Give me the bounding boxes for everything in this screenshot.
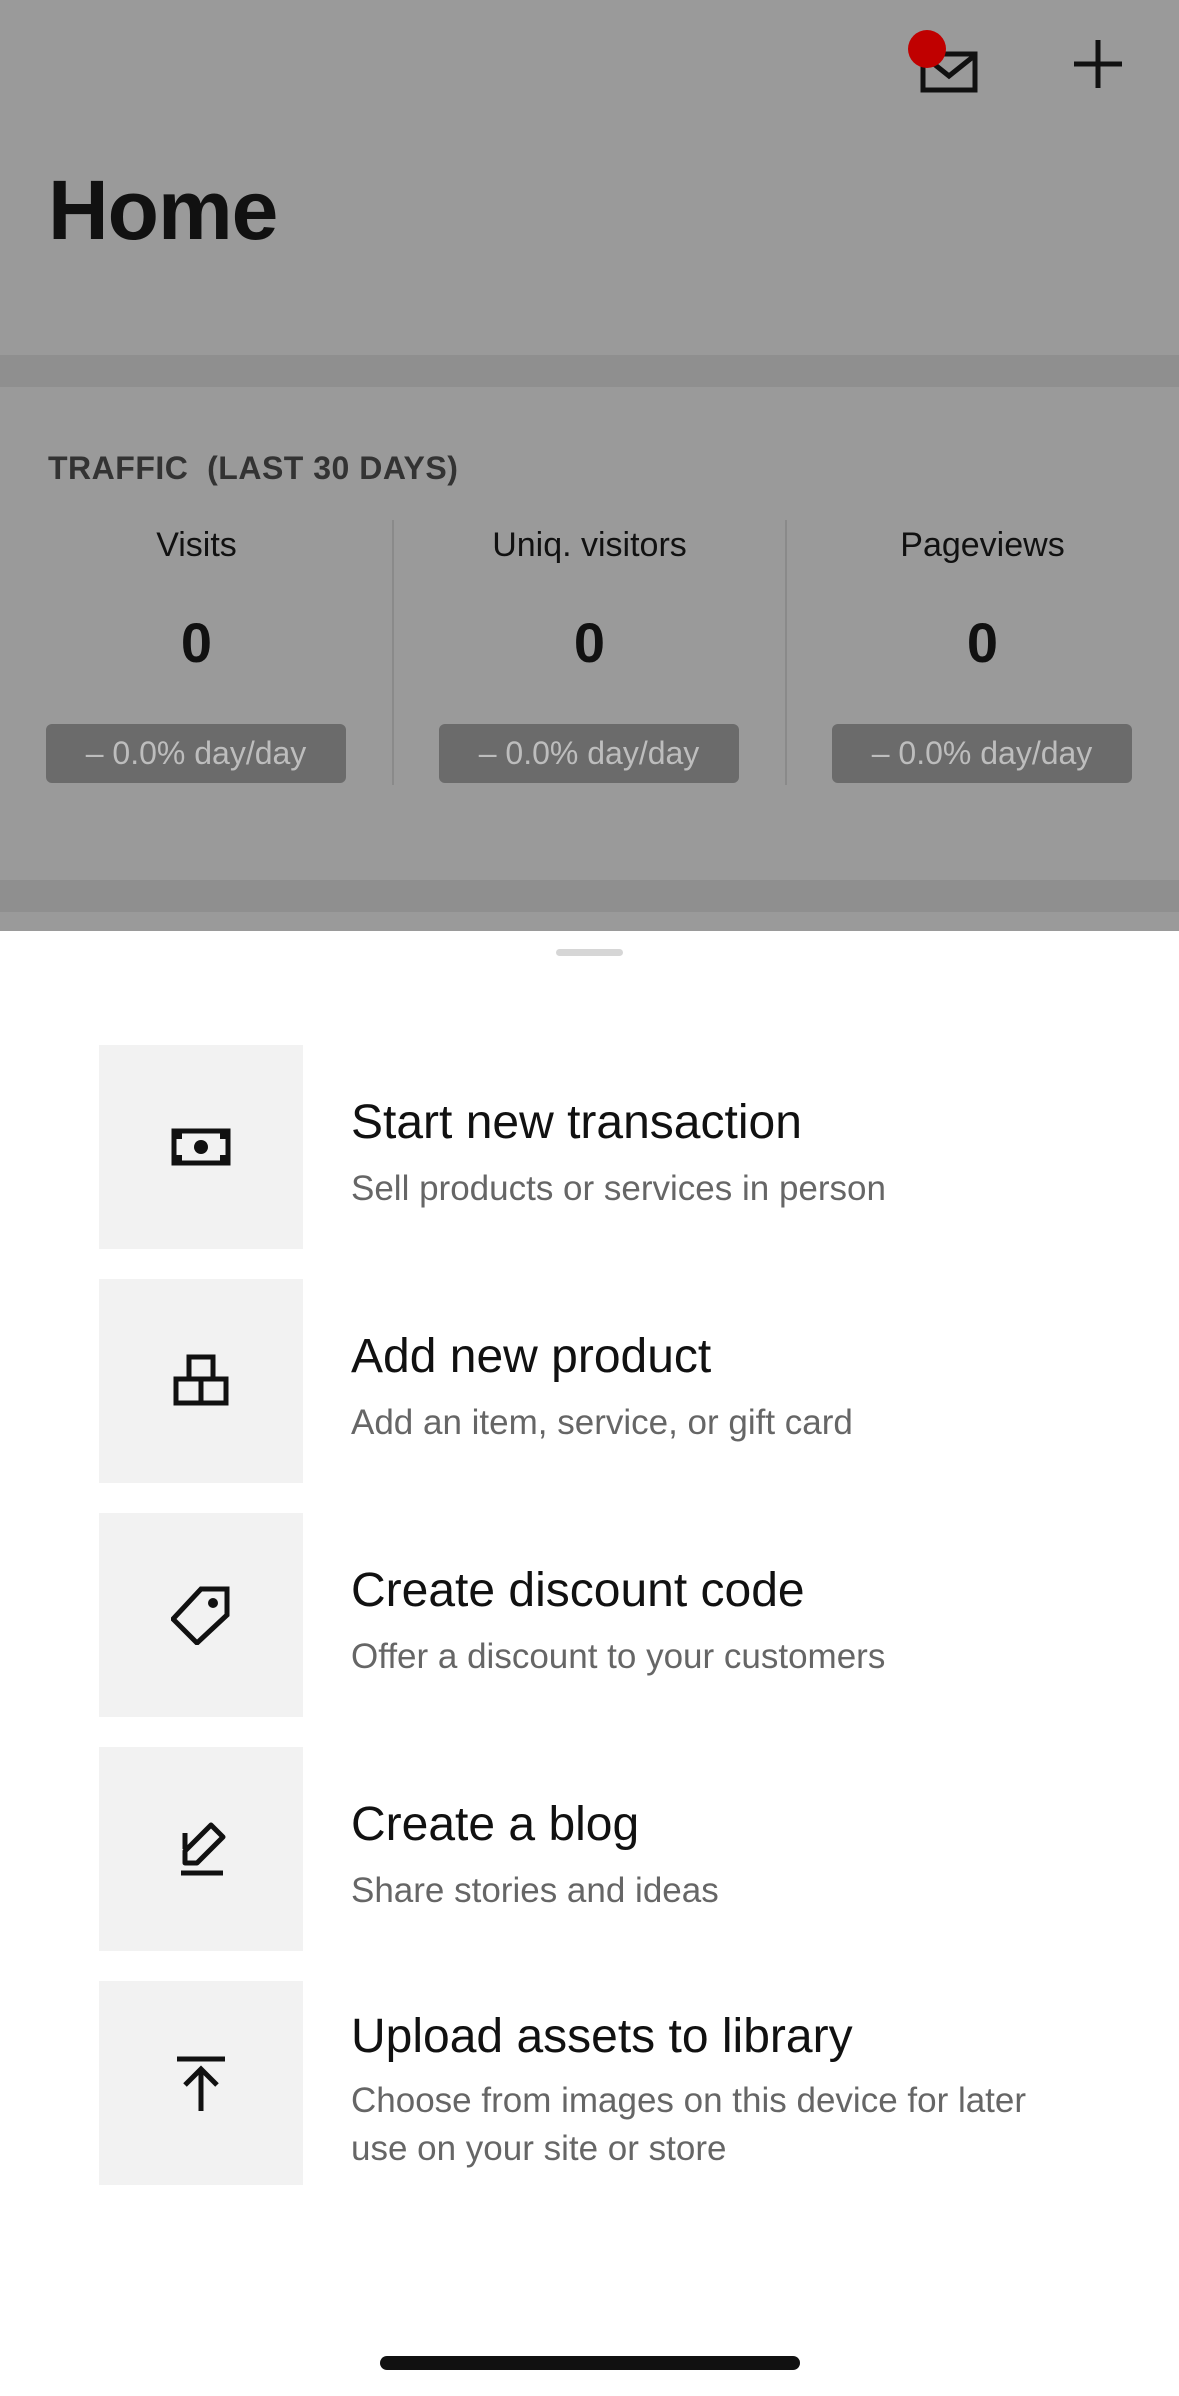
action-subtitle: Offer a discount to your customers: [351, 1637, 886, 1676]
action-title: Upload assets to library: [351, 2010, 853, 2063]
sheet-grabber[interactable]: [556, 949, 623, 956]
action-subtitle: Sell products or services in person: [351, 1169, 886, 1208]
quick-actions-sheet: Start new transaction Sell products or s…: [0, 931, 1179, 2396]
cash-icon: [171, 1128, 231, 1166]
action-icon-tile: [99, 1279, 303, 1483]
action-icon-tile: [99, 1045, 303, 1249]
traffic-section-label: TRAFFIC (LAST 30 DAYS): [48, 450, 459, 486]
boxes-icon: [173, 1354, 229, 1406]
action-title: Create a blog: [351, 1798, 640, 1851]
action-create-discount-code[interactable]: Create discount code Offer a discount to…: [99, 1513, 1099, 1717]
action-subtitle: Share stories and ideas: [351, 1871, 719, 1910]
plus-icon: [1074, 40, 1122, 88]
stat-label: Visits: [156, 526, 237, 564]
home-indicator[interactable]: [380, 2356, 800, 2370]
action-start-new-transaction[interactable]: Start new transaction Sell products or s…: [99, 1045, 1099, 1249]
stat-change-badge: – 0.0% day/day: [46, 724, 346, 783]
stat-label: Pageviews: [900, 526, 1065, 564]
stat-change-badge: – 0.0% day/day: [439, 724, 739, 783]
stat-unique-visitors[interactable]: Uniq. visitors 0 – 0.0% day/day: [393, 520, 786, 785]
stat-value: 0: [966, 611, 999, 674]
section-divider: [0, 880, 1179, 912]
page-title: Home: [48, 163, 278, 257]
background-page: Home TRAFFIC (LAST 30 DAYS) Visits 0 – 0…: [0, 0, 1179, 931]
action-icon-tile: [99, 1747, 303, 1951]
stat-pageviews[interactable]: Pageviews 0 – 0.0% day/day: [786, 520, 1179, 785]
stat-value: 0: [573, 611, 606, 674]
action-upload-assets-to-library[interactable]: Upload assets to library Choose from ima…: [99, 1981, 1099, 2185]
stat-divider: [392, 520, 394, 785]
notification-dot: [908, 30, 946, 68]
action-add-new-product[interactable]: Add new product Add an item, service, or…: [99, 1279, 1099, 1483]
stat-value: 0: [180, 611, 213, 674]
stat-label: Uniq. visitors: [492, 526, 687, 564]
traffic-stats: Visits 0 – 0.0% day/day Uniq. visitors 0…: [0, 520, 1179, 785]
action-create-a-blog[interactable]: Create a blog Share stories and ideas: [99, 1747, 1099, 1951]
pen-icon: [181, 1822, 226, 1876]
tag-icon: [171, 1586, 230, 1645]
action-title: Create discount code: [351, 1564, 805, 1617]
section-divider: [0, 355, 1179, 387]
action-icon-tile: [99, 1981, 303, 2185]
action-title: Start new transaction: [351, 1096, 802, 1149]
stat-divider: [785, 520, 787, 785]
action-title: Add new product: [351, 1330, 712, 1383]
top-bar: [0, 0, 1179, 130]
upload-icon: [177, 2056, 225, 2111]
inbox-button[interactable]: [908, 30, 992, 100]
action-subtitle: Choose from images on this device for la…: [351, 2081, 1027, 2168]
action-subtitle: Add an item, service, or gift card: [351, 1403, 853, 1442]
stat-visits[interactable]: Visits 0 – 0.0% day/day: [0, 520, 393, 785]
stat-change-badge: – 0.0% day/day: [832, 724, 1132, 783]
action-icon-tile: [99, 1513, 303, 1717]
add-button[interactable]: [1068, 34, 1128, 94]
